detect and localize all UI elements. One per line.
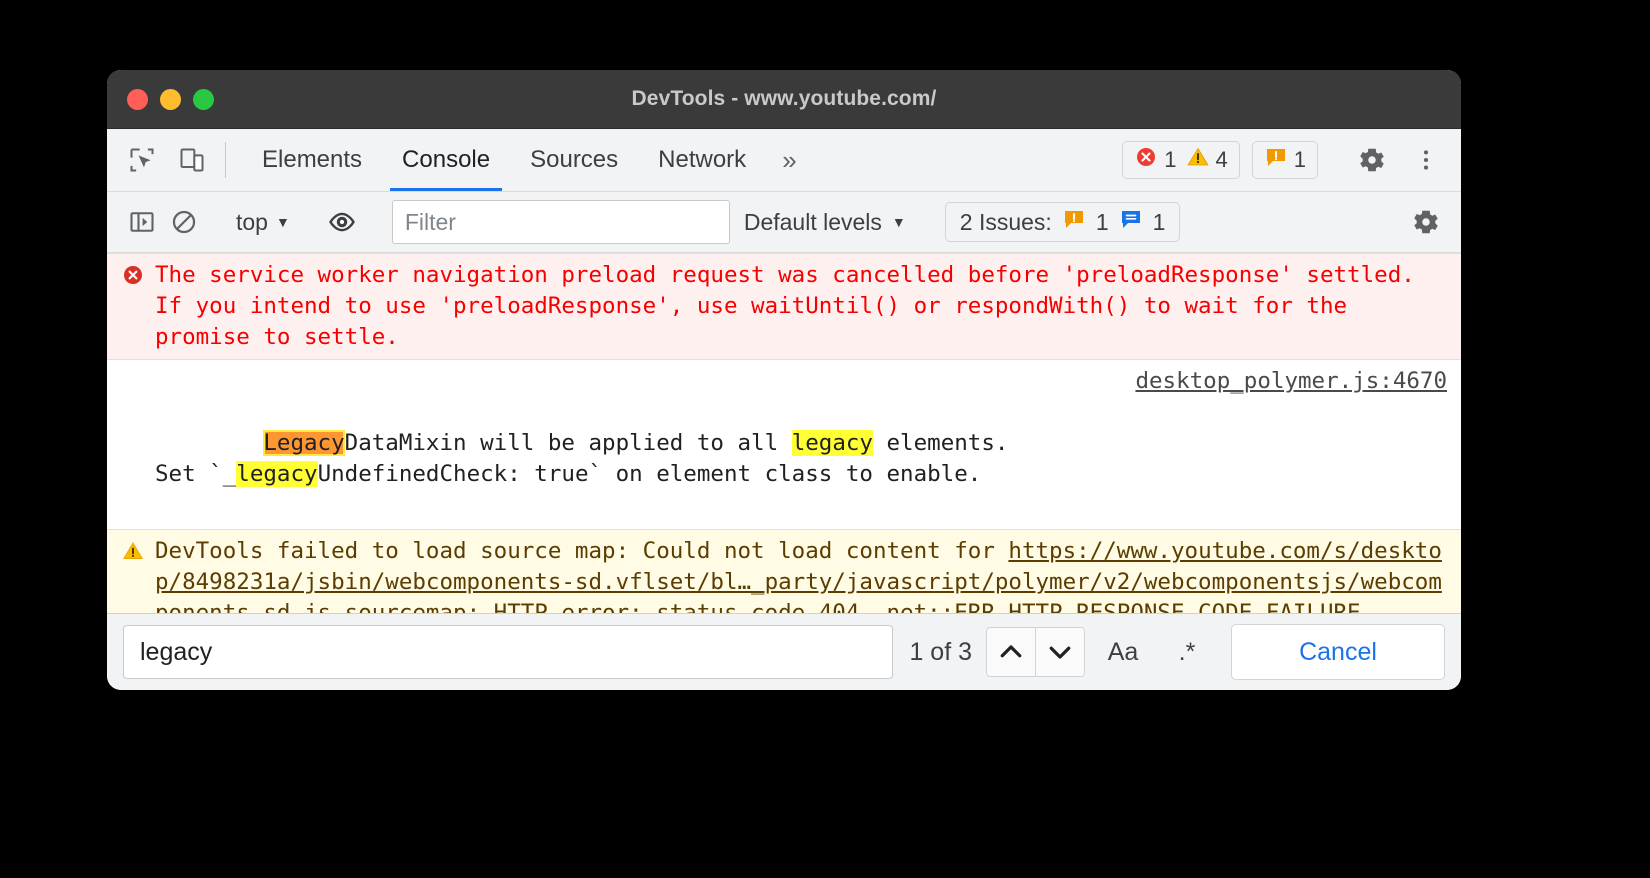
error-circle-icon — [1134, 145, 1158, 175]
search-next-button[interactable] — [1035, 628, 1084, 676]
issues-blue-count: 1 — [1152, 208, 1166, 235]
search-match-2: legacy — [791, 430, 873, 456]
window-titlebar: DevTools - www.youtube.com/ — [107, 70, 1461, 129]
tabbar-right: 1 4 1 — [1122, 129, 1461, 191]
regex-toggle[interactable]: .* — [1161, 628, 1213, 676]
warning-triangle-icon — [1186, 145, 1210, 175]
filter-placeholder: Filter — [404, 208, 456, 235]
console-search-bar: legacy 1 of 3 Aa .* Cancel — [107, 613, 1461, 690]
devtools-tabbar: Elements Console Sources Network » 1 4 1 — [107, 129, 1461, 192]
log-text-segment-2: elements. — [872, 430, 1009, 456]
clear-console-icon[interactable] — [163, 201, 205, 243]
message-gutter — [121, 366, 155, 369]
error-count-item[interactable]: 1 — [1134, 145, 1177, 175]
issues-count-group[interactable]: 1 — [1251, 141, 1318, 179]
warning-text-pre: DevTools failed to load source map: Coul… — [155, 538, 1009, 564]
tabbar-divider — [225, 142, 226, 178]
cancel-button[interactable]: Cancel — [1231, 624, 1445, 680]
issue-info-icon — [1119, 207, 1143, 237]
issue-speech-icon — [1264, 145, 1288, 175]
issues-orange-count: 1 — [1095, 208, 1109, 235]
tab-console[interactable]: Console — [382, 129, 510, 191]
console-message-warning[interactable]: DevTools failed to load source map: Coul… — [107, 529, 1461, 613]
search-match-count: 1 of 3 — [909, 637, 972, 666]
tab-console-label: Console — [402, 146, 491, 173]
search-match-active: Legacy — [263, 430, 345, 456]
log-text-segment-3: Set `_ — [155, 461, 237, 487]
search-prev-button[interactable] — [987, 628, 1035, 676]
log-message-text: desktop_polymer.js:4670 LegacyDataMixin … — [155, 366, 1451, 521]
more-tabs-chevron-icon[interactable]: » — [766, 129, 812, 191]
issue-warning-icon — [1062, 207, 1086, 237]
search-match-3: legacy — [236, 461, 318, 487]
error-warning-counts[interactable]: 1 4 — [1122, 141, 1240, 179]
console-settings-gear-icon[interactable] — [1405, 201, 1447, 243]
error-message-text: The service worker navigation preload re… — [155, 262, 1429, 350]
issues-summary-button[interactable]: 2 Issues: 1 1 — [944, 202, 1181, 242]
devtools-window: DevTools - www.youtube.com/ Elements Con… — [107, 70, 1461, 690]
window-controls — [107, 88, 214, 110]
tab-elements[interactable]: Elements — [242, 129, 382, 191]
warning-count-label: 4 — [1215, 147, 1228, 172]
tab-elements-label: Elements — [262, 146, 363, 173]
error-count-label: 1 — [1164, 147, 1177, 172]
issues-summary-label: 2 Issues: — [959, 208, 1052, 235]
console-message-error[interactable]: The service worker navigation preload re… — [107, 253, 1461, 360]
console-toolbar-right — [1376, 201, 1447, 243]
message-gutter — [121, 536, 155, 572]
window-title: DevTools - www.youtube.com/ — [631, 87, 937, 110]
match-case-toggle[interactable]: Aa — [1097, 628, 1149, 676]
console-toolbar: top ▼ Filter Default levels ▼ 2 Issues: — [107, 192, 1461, 253]
warning-message-text: DevTools failed to load source map: Coul… — [155, 536, 1451, 613]
maximize-button[interactable] — [193, 88, 214, 110]
minimize-button[interactable] — [160, 88, 181, 110]
message-gutter — [121, 260, 155, 296]
console-message-log[interactable]: desktop_polymer.js:4670 LegacyDataMixin … — [107, 360, 1461, 529]
device-toolbar-icon[interactable] — [171, 139, 213, 181]
tab-sources[interactable]: Sources — [510, 129, 638, 191]
close-button[interactable] — [127, 88, 148, 110]
live-expression-eye-icon[interactable] — [321, 201, 363, 243]
chevron-down-icon: ▼ — [275, 214, 290, 230]
search-input[interactable]: legacy — [123, 625, 894, 679]
gear-icon[interactable] — [1351, 139, 1393, 181]
error-circle-icon — [121, 263, 145, 296]
kebab-menu-icon[interactable] — [1405, 139, 1447, 181]
search-nav-group — [986, 627, 1085, 677]
tab-network-label: Network — [658, 146, 747, 173]
console-sidebar-icon[interactable] — [121, 201, 163, 243]
issue-count-label: 1 — [1293, 147, 1306, 172]
log-levels-selector[interactable]: Default levels ▼ — [730, 209, 920, 236]
issue-count-item[interactable]: 1 — [1264, 145, 1306, 175]
console-message-list[interactable]: The service worker navigation preload re… — [107, 253, 1461, 613]
log-text-segment-4: UndefinedCheck: true` on element class t… — [317, 461, 982, 487]
source-link[interactable]: desktop_polymer.js:4670 — [1135, 366, 1447, 397]
search-input-value: legacy — [140, 637, 213, 666]
tab-sources-label: Sources — [530, 146, 619, 173]
devtools-tabs: Elements Console Sources Network » — [242, 129, 813, 191]
log-levels-label: Default levels — [743, 208, 882, 235]
tabbar-left-icons — [121, 129, 213, 191]
filter-input[interactable]: Filter — [391, 200, 730, 244]
inspect-element-icon[interactable] — [121, 139, 163, 181]
chevron-down-icon: ▼ — [891, 214, 906, 230]
warning-count-item[interactable]: 4 — [1186, 145, 1228, 175]
log-text-segment-1: DataMixin will be applied to all — [344, 430, 792, 456]
warning-triangle-icon — [121, 539, 145, 572]
execution-context-selector[interactable]: top ▼ — [230, 209, 296, 236]
execution-context-label: top — [236, 208, 268, 235]
warning-text-post: : HTTP error: status code 404, net::ERR_… — [466, 600, 1361, 613]
tab-network[interactable]: Network — [638, 129, 766, 191]
